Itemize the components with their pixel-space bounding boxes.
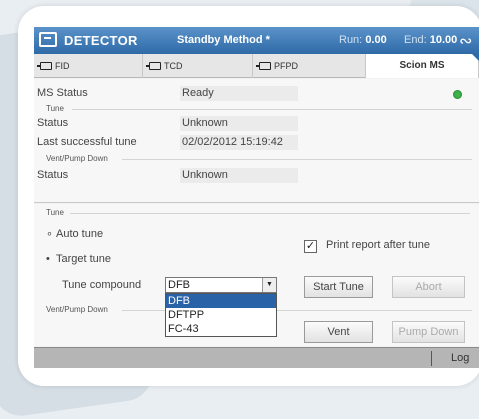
auto-tune-radio[interactable]: ∘ Auto tune xyxy=(46,227,103,240)
vent-status-value: Unknown xyxy=(180,168,298,183)
tune-compound-label: Tune compound xyxy=(62,279,142,291)
monitor-icon xyxy=(39,32,57,47)
radio-on-icon: • xyxy=(46,253,50,265)
plug-icon xyxy=(256,62,271,70)
log-button[interactable]: Log xyxy=(451,352,469,364)
divider xyxy=(122,159,472,160)
radio-off-icon: ∘ xyxy=(46,228,53,240)
tune-compound-select[interactable]: DFB ▼ xyxy=(165,277,277,293)
status-bar: Log xyxy=(34,347,479,368)
compound-option-dftpp[interactable]: DFTPP xyxy=(166,308,276,322)
print-report-checkbox[interactable]: ✓ xyxy=(304,240,317,253)
divider xyxy=(431,351,432,366)
ms-status-value: Ready xyxy=(180,86,298,101)
chevron-down-icon[interactable]: ▼ xyxy=(262,278,276,292)
vent-panel-header: Vent/Pump Down xyxy=(46,305,108,314)
print-report-label: Print report after tune xyxy=(326,239,430,251)
target-tune-radio[interactable]: • Target tune xyxy=(46,253,111,265)
run-time: Run: 0.00 xyxy=(339,34,387,46)
vent-section-header: Vent/Pump Down xyxy=(46,154,108,163)
tab-scion-ms[interactable]: Scion MS xyxy=(366,54,479,78)
vent-status-label: Status xyxy=(37,169,69,181)
detector-tabs: FID TCD PFPD Scion MS xyxy=(34,54,479,78)
title-bar: DETECTOR Standby Method * Run: 0.00 End:… xyxy=(34,27,479,54)
end-time: End: 10.00 xyxy=(404,34,458,46)
divider xyxy=(70,213,470,214)
status-indicator-icon xyxy=(453,90,462,99)
plug-icon xyxy=(37,62,52,70)
tune-status-value: Unknown xyxy=(180,116,298,131)
status-panel: MS Status Ready Tune Status Unknown Last… xyxy=(34,79,479,203)
tune-panel: Tune ∘ Auto tune • Target tune ✓ Print rep… xyxy=(34,204,479,346)
abort-button[interactable]: Abort xyxy=(392,276,465,298)
tune-panel-header: Tune xyxy=(46,208,64,217)
selected-compound: DFB xyxy=(168,279,190,291)
start-tune-button[interactable]: Start Tune xyxy=(304,276,373,298)
vent-button[interactable]: Vent xyxy=(304,321,373,343)
compound-option-dfb[interactable]: DFB xyxy=(166,294,276,308)
tune-section-header: Tune xyxy=(46,104,64,113)
plug-icon xyxy=(146,62,161,70)
tab-tcd[interactable]: TCD xyxy=(143,54,253,78)
method-name[interactable]: Standby Method * xyxy=(177,34,270,46)
last-tune-value: 02/02/2012 15:19:42 xyxy=(180,135,298,150)
window-title: DETECTOR xyxy=(64,33,138,48)
divider xyxy=(72,109,472,110)
compound-option-fc43[interactable]: FC-43 xyxy=(166,322,276,336)
ms-status-label: MS Status xyxy=(37,87,88,99)
detector-screen: DETECTOR Standby Method * Run: 0.00 End:… xyxy=(34,27,479,368)
check-icon: ✓ xyxy=(305,240,316,252)
tab-fid[interactable]: FID xyxy=(34,54,143,78)
wave-icon[interactable]: ∾ xyxy=(459,31,472,51)
last-tune-label: Last successful tune xyxy=(37,136,137,148)
tab-pfpd[interactable]: PFPD xyxy=(253,54,366,78)
tune-status-label: Status xyxy=(37,117,69,129)
compound-dropdown-list: DFB DFTPP FC-43 xyxy=(165,293,277,337)
pump-down-button[interactable]: Pump Down xyxy=(392,321,465,343)
